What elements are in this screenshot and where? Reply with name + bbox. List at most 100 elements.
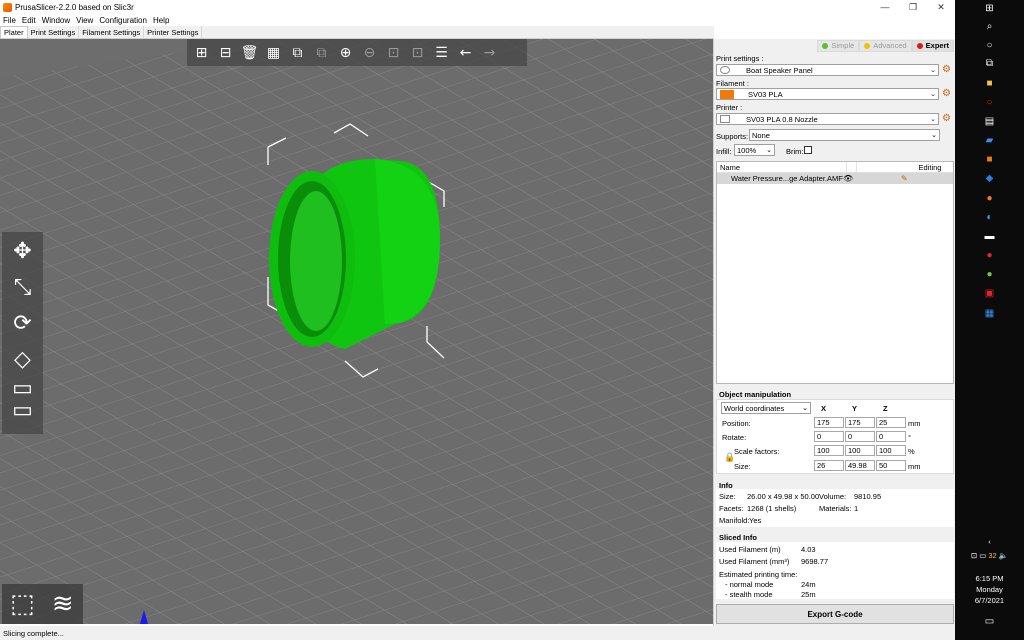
shield-icon[interactable]: ◆ <box>984 173 995 184</box>
window-title: PrusaSlicer-2.2.0 based on Slic3r <box>15 2 134 12</box>
position-y-field[interactable]: 175 <box>845 417 875 428</box>
supports-icon[interactable]: ▭ <box>5 398 41 423</box>
gear-icon[interactable]: ⚙ <box>942 114 952 124</box>
app-icon[interactable]: ● <box>984 269 995 280</box>
add-instance-icon[interactable]: ⊕ <box>335 42 356 63</box>
tray-expand-icon[interactable]: ‹ <box>955 537 1024 546</box>
menu-bar: File Edit Window View Configuration Help <box>0 14 955 26</box>
menu-file[interactable]: File <box>3 16 16 25</box>
print-settings-combo[interactable]: Boat Speaker Panel ⌄ <box>716 64 939 76</box>
list-item[interactable]: Water Pressure...ge Adapter.AMF 👁 ✎ <box>717 173 953 184</box>
position-z-field[interactable]: 25 <box>876 417 906 428</box>
opera-icon[interactable]: ○ <box>984 97 995 108</box>
app-icon[interactable]: ● <box>984 250 995 261</box>
arrange-icon[interactable]: ▦ <box>263 42 284 63</box>
mode-advanced[interactable]: Advanced <box>859 39 912 52</box>
object-manipulation-title: Object manipulation <box>719 390 792 399</box>
mode-selector: Simple Advanced Expert <box>764 39 954 52</box>
app-icon[interactable]: ▬ <box>984 231 995 242</box>
app-icon[interactable]: ■ <box>984 154 995 165</box>
brim-checkbox[interactable] <box>804 146 812 154</box>
notifications-icon[interactable]: ▭ <box>955 616 1024 627</box>
remove-instance-icon[interactable]: ⊖ <box>359 42 380 63</box>
rotate-icon[interactable]: ⟳ <box>5 307 41 339</box>
coord-system-combo[interactable]: World coordinates ⌄ <box>721 402 811 414</box>
stealth-mode-label: - stealth mode <box>725 590 773 599</box>
edge-icon[interactable]: ◐ <box>984 212 995 223</box>
search-icon[interactable]: ⌕ <box>984 21 995 32</box>
size-z-field[interactable]: 50 <box>876 460 906 471</box>
gear-icon[interactable]: ⚙ <box>942 89 952 99</box>
add-object-icon[interactable]: ⊞ <box>191 42 212 63</box>
scale-y-field[interactable]: 100 <box>845 445 875 456</box>
app-icon[interactable]: ▣ <box>984 288 995 299</box>
filament-color-swatch[interactable] <box>720 89 734 99</box>
tab-filament-settings[interactable]: Filament Settings <box>79 26 145 38</box>
eye-icon[interactable]: 👁 <box>843 174 853 183</box>
menu-configuration[interactable]: Configuration <box>99 16 147 25</box>
tab-plater[interactable]: Plater <box>0 26 28 38</box>
scale-z-field[interactable]: 100 <box>876 445 906 456</box>
printer-combo[interactable]: SV03 PLA 0.8 Nozzle ⌄ <box>716 113 939 125</box>
filament-combo[interactable]: SV03 PLA ⌄ <box>716 88 939 100</box>
menu-view[interactable]: View <box>76 16 93 25</box>
layers-editing-icon[interactable]: ☰ <box>431 42 452 63</box>
app-icon[interactable]: ▰ <box>984 135 995 146</box>
3d-view-icon[interactable]: ⬚ <box>4 586 40 622</box>
menu-edit[interactable]: Edit <box>22 16 36 25</box>
app-icon[interactable]: ▦ <box>984 308 995 319</box>
size-x-field[interactable]: 26 <box>814 460 844 471</box>
position-x-field[interactable]: 175 <box>814 417 844 428</box>
menu-help[interactable]: Help <box>153 16 169 25</box>
delete-all-icon[interactable]: 🗑 <box>239 42 260 63</box>
redo-icon[interactable]: → <box>479 42 500 63</box>
object-name: Water Pressure...ge Adapter.AMF <box>731 174 843 183</box>
3d-viewport[interactable]: ⊞ ⊟ 🗑 ▦ ⧉ ⧉ ⊕ ⊖ ⊡ ⊡ ☰ ← → ✥ ⤡ ⟳ ◇ ▭ ▭ ⬚ … <box>0 39 713 624</box>
split-objects-icon[interactable]: ⊡ <box>383 42 404 63</box>
start-icon[interactable]: ⊞ <box>984 3 995 14</box>
rotate-z-field[interactable]: 0 <box>876 431 906 442</box>
minimize-button[interactable]: — <box>871 0 899 14</box>
notepad-icon[interactable]: ▤ <box>984 116 995 127</box>
rotate-x-field[interactable]: 0 <box>814 431 844 442</box>
chevron-down-icon: ⌄ <box>930 91 936 98</box>
copy-icon[interactable]: ⧉ <box>287 42 308 63</box>
infill-combo[interactable]: 100% ⌄ <box>734 144 775 156</box>
task-view-icon[interactable]: ⧉ <box>984 58 995 69</box>
paste-icon[interactable]: ⧉ <box>311 42 332 63</box>
info-manifold-label: Manifold: <box>719 516 750 525</box>
prusaslicer-taskbar-icon[interactable]: ● <box>984 193 995 204</box>
menu-window[interactable]: Window <box>42 16 70 25</box>
export-gcode-button[interactable]: Export G-code <box>716 604 954 624</box>
clock-time[interactable]: 6:15 PM <box>955 574 1024 583</box>
move-icon[interactable]: ✥ <box>5 235 41 267</box>
tray-app-icon[interactable]: ⊡ <box>971 551 977 560</box>
mode-expert[interactable]: Expert <box>911 39 954 52</box>
delete-object-icon[interactable]: ⊟ <box>215 42 236 63</box>
cut-icon[interactable]: ▭ <box>5 376 41 401</box>
undo-icon[interactable]: ← <box>455 42 476 63</box>
tab-printer-settings[interactable]: Printer Settings <box>144 26 203 38</box>
preview-layers-icon[interactable]: ≋ <box>45 586 81 622</box>
place-on-face-icon[interactable]: ◇ <box>5 343 41 375</box>
network-icon[interactable]: ▭ <box>979 551 986 560</box>
volume-icon[interactable]: 🔈 <box>999 551 1008 560</box>
axis-y-label: Y <box>852 404 858 413</box>
mode-simple[interactable]: Simple <box>817 39 860 52</box>
scale-x-field[interactable]: 100 <box>814 445 844 456</box>
tab-print-settings[interactable]: Print Settings <box>28 26 80 38</box>
supports-combo[interactable]: None ⌄ <box>749 129 940 141</box>
rotate-y-field[interactable]: 0 <box>845 431 875 442</box>
info-volume-value: 9810.95 <box>854 492 882 501</box>
size-y-field[interactable]: 49.98 <box>845 460 875 471</box>
maximize-button[interactable]: ❐ <box>899 0 927 14</box>
scale-icon[interactable]: ⤡ <box>5 271 41 303</box>
gear-icon[interactable]: ⚙ <box>942 65 952 75</box>
infill-value: 100% <box>737 145 757 155</box>
cortana-icon[interactable]: ○ <box>984 40 995 51</box>
split-parts-icon[interactable]: ⊡ <box>407 42 428 63</box>
file-explorer-icon[interactable]: ■ <box>984 78 995 89</box>
edit-icon[interactable]: ✎ <box>901 174 908 183</box>
brim-label: Brim: <box>786 147 804 156</box>
close-button[interactable]: ✕ <box>927 0 955 14</box>
